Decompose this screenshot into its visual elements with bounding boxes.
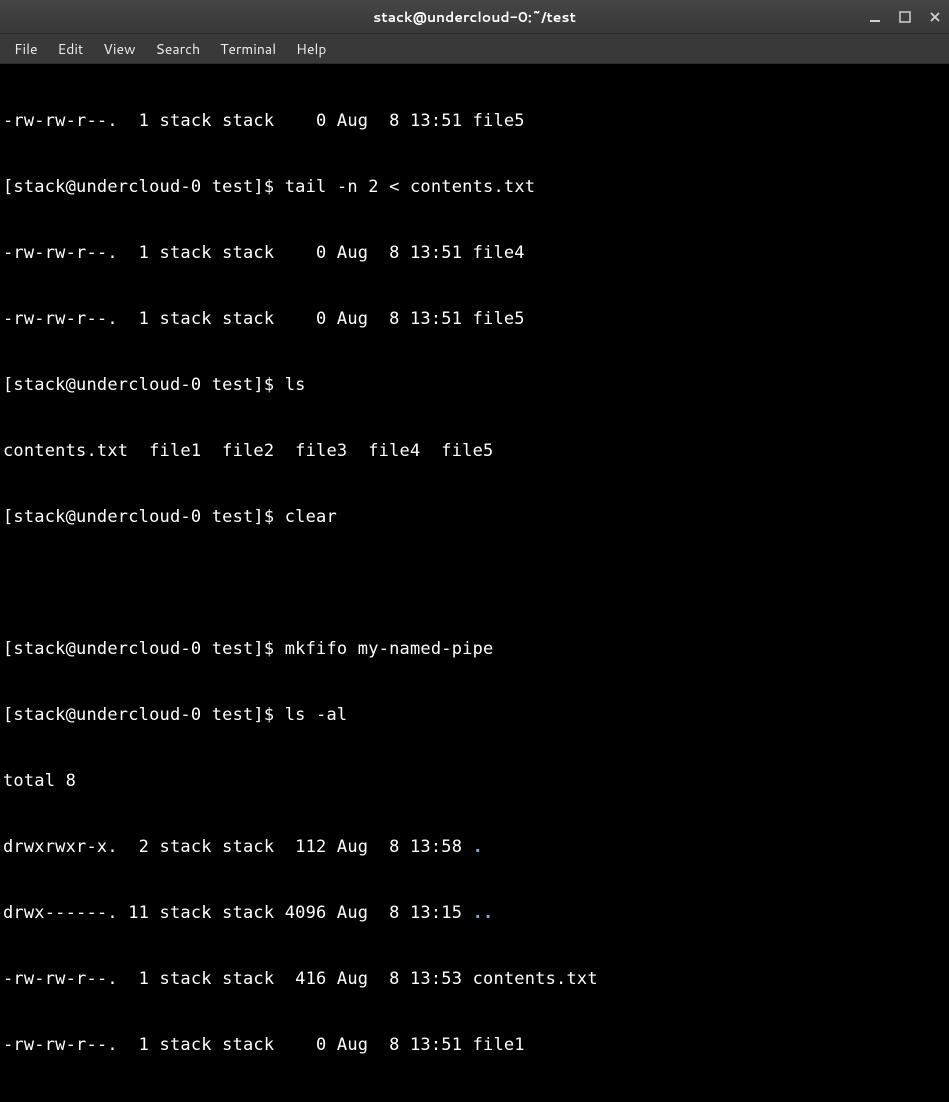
output-line xyxy=(3,572,946,594)
close-button[interactable] xyxy=(927,9,943,25)
menu-search[interactable]: Search xyxy=(146,35,211,63)
command: ls xyxy=(285,375,306,395)
prompt-line: [stack@undercloud-0 test]$ clear xyxy=(3,506,946,528)
window-controls xyxy=(867,0,943,33)
menu-file[interactable]: File xyxy=(4,35,48,63)
command: tail -n 2 < contents.txt xyxy=(285,177,535,197)
dir-current: . xyxy=(473,837,483,857)
menu-help[interactable]: Help xyxy=(286,35,336,63)
command: mkfifo my-named-pipe xyxy=(285,639,494,659)
output-line: -rw-rw-r--. 1 stack stack 0 Aug 8 13:51 … xyxy=(3,110,946,132)
prompt: [stack@undercloud-0 test]$ xyxy=(3,375,285,395)
titlebar: stack@undercloud-0:~/test xyxy=(0,0,949,34)
menu-terminal[interactable]: Terminal xyxy=(210,35,286,63)
prompt: [stack@undercloud-0 test]$ xyxy=(3,639,285,659)
dir-parent: .. xyxy=(473,903,494,923)
prompt: [stack@undercloud-0 test]$ xyxy=(3,507,285,527)
window-title: stack@undercloud-0:~/test xyxy=(373,7,576,27)
prompt-line: [stack@undercloud-0 test]$ mkfifo my-nam… xyxy=(3,638,946,660)
prompt: [stack@undercloud-0 test]$ xyxy=(3,177,285,197)
output-line: -rw-rw-r--. 1 stack stack 0 Aug 8 13:51 … xyxy=(3,308,946,330)
output-line: -rw-rw-r--. 1 stack stack 416 Aug 8 13:5… xyxy=(3,968,946,990)
maximize-button[interactable] xyxy=(897,9,913,25)
command: ls -al xyxy=(285,705,348,725)
output-line: total 8 xyxy=(3,770,946,792)
menu-edit[interactable]: Edit xyxy=(48,35,94,63)
command: clear xyxy=(285,507,337,527)
prompt-line: [stack@undercloud-0 test]$ ls -al xyxy=(3,704,946,726)
minimize-button[interactable] xyxy=(867,9,883,25)
terminal-area[interactable]: -rw-rw-r--. 1 stack stack 0 Aug 8 13:51 … xyxy=(0,64,949,1102)
prompt: [stack@undercloud-0 test]$ xyxy=(3,705,285,725)
output-line: -rw-rw-r--. 1 stack stack 0 Aug 8 13:51 … xyxy=(3,1100,946,1102)
menu-view[interactable]: View xyxy=(93,35,145,63)
output-line: -rw-rw-r--. 1 stack stack 0 Aug 8 13:51 … xyxy=(3,1034,946,1056)
output-line: -rw-rw-r--. 1 stack stack 0 Aug 8 13:51 … xyxy=(3,242,946,264)
output-line: drwx------. 11 stack stack 4096 Aug 8 13… xyxy=(3,902,946,924)
prompt-line: [stack@undercloud-0 test]$ tail -n 2 < c… xyxy=(3,176,946,198)
prompt-line: [stack@undercloud-0 test]$ ls xyxy=(3,374,946,396)
menubar: File Edit View Search Terminal Help xyxy=(0,34,949,64)
output-line: contents.txt file1 file2 file3 file4 fil… xyxy=(3,440,946,462)
output-line: drwxrwxr-x. 2 stack stack 112 Aug 8 13:5… xyxy=(3,836,946,858)
